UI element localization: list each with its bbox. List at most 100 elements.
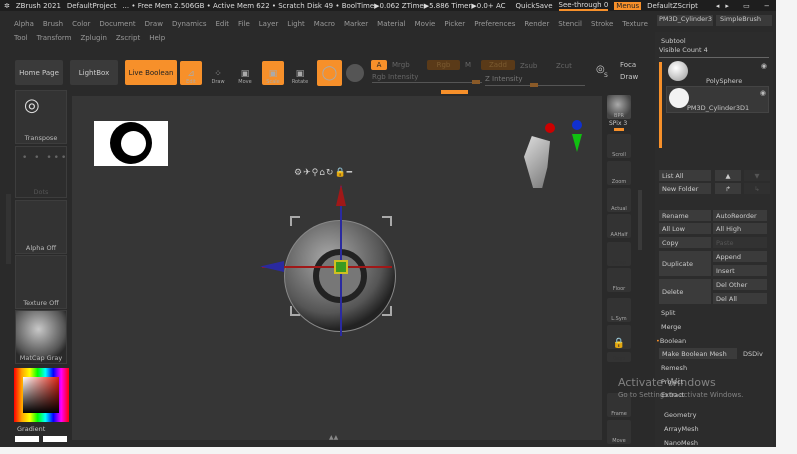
- insert-button[interactable]: Insert: [713, 265, 767, 276]
- secondary-color-swatch[interactable]: [43, 436, 67, 442]
- axis-z-dot[interactable]: [572, 120, 582, 130]
- home-page-button[interactable]: Home Page: [15, 60, 63, 85]
- m-button[interactable]: M: [465, 61, 471, 69]
- menu-item-stroke[interactable]: Stroke: [591, 20, 613, 28]
- folder-arrow-button[interactable]: ↱: [715, 183, 741, 194]
- paste-button[interactable]: Paste: [713, 237, 767, 248]
- lsym-button[interactable]: L.Sym: [607, 298, 631, 322]
- menu-item-draw[interactable]: Draw: [145, 20, 163, 28]
- subtool-header[interactable]: Subtool: [661, 37, 686, 45]
- right-shelf-scrollbar[interactable]: [638, 190, 642, 250]
- eye-icon[interactable]: ◉: [760, 89, 766, 97]
- live-boolean-button[interactable]: Live Boolean: [125, 60, 177, 85]
- window-controls[interactable]: ◂▸ ▭ − ▫ ✕: [716, 2, 776, 10]
- menu-item-marker[interactable]: Marker: [344, 20, 368, 28]
- gizmo-options-icons[interactable]: ⚙✈⚲⌂↻🔒━: [294, 168, 353, 178]
- menu-item-layer[interactable]: Layer: [259, 20, 279, 28]
- menu-item-preferences[interactable]: Preferences: [474, 20, 515, 28]
- color-picker[interactable]: [14, 368, 69, 422]
- nanomesh-section[interactable]: NanoMesh: [664, 439, 698, 445]
- main-color-swatch[interactable]: [15, 436, 39, 442]
- floor-button[interactable]: Floor: [607, 268, 631, 292]
- menu-item-alpha[interactable]: Alpha: [14, 20, 34, 28]
- zadd-button[interactable]: Zadd: [481, 60, 515, 70]
- subtool-list-scrollbar[interactable]: [659, 62, 662, 148]
- viewport-canvas[interactable]: ⚙✈⚲⌂↻🔒━ ▲▲: [72, 96, 602, 441]
- rgb-intensity-slider[interactable]: Rgb Intensity: [372, 73, 418, 81]
- subtool-item-polysphere[interactable]: PolySphere ◉: [666, 60, 769, 86]
- menu-item-picker[interactable]: Picker: [444, 20, 465, 28]
- all-high-button[interactable]: All High: [713, 223, 767, 234]
- move-up-button[interactable]: ▲: [715, 170, 741, 181]
- menu-item-brush[interactable]: Brush: [43, 20, 63, 28]
- menu-item-render[interactable]: Render: [524, 20, 549, 28]
- dsdiv-toggle[interactable]: DSDiv: [743, 350, 763, 358]
- zoom-button[interactable]: Zoom: [607, 161, 631, 185]
- move-view-button[interactable]: Move: [607, 420, 631, 444]
- menu-item-light[interactable]: Light: [287, 20, 304, 28]
- rgb-intensity-handle[interactable]: [472, 80, 480, 84]
- boolean-section[interactable]: •Boolean: [656, 337, 686, 345]
- menu-item-movie[interactable]: Movie: [415, 20, 436, 28]
- arraymesh-section[interactable]: ArrayMesh: [664, 425, 699, 433]
- persp-button[interactable]: Persp: [607, 242, 631, 266]
- bpr-button[interactable]: BPR: [607, 95, 631, 119]
- spix-slider[interactable]: SPix 3: [609, 120, 627, 127]
- edit-button[interactable]: ⊿ Edit: [180, 61, 202, 85]
- move-button[interactable]: ▣ Move: [234, 61, 256, 85]
- all-low-button[interactable]: All Low: [659, 223, 711, 234]
- alpha-button[interactable]: Alpha Off: [15, 200, 67, 254]
- rename-button[interactable]: Rename: [659, 210, 711, 221]
- copy-button[interactable]: Copy: [659, 237, 711, 248]
- gizmo-center[interactable]: [334, 260, 348, 274]
- bottom-tray-toggle[interactable]: ▲▲: [329, 434, 338, 441]
- remesh-section[interactable]: Remesh: [661, 364, 687, 372]
- axis-x-dot[interactable]: [545, 123, 555, 133]
- merge-section[interactable]: Merge: [661, 323, 681, 331]
- list-all-button[interactable]: List All: [659, 170, 711, 181]
- zsub-button[interactable]: Zsub: [520, 62, 537, 70]
- default-zscript[interactable]: DefaultZScript: [647, 2, 698, 10]
- menu-item-texture[interactable]: Texture: [622, 20, 648, 28]
- del-other-button[interactable]: Del Other: [713, 279, 767, 290]
- folder-down-button[interactable]: ↳: [744, 183, 770, 194]
- material-sphere-button[interactable]: ◯: [317, 60, 342, 86]
- gizmo-x-arrow[interactable]: [260, 261, 284, 272]
- geometry-section[interactable]: Geometry: [664, 411, 696, 419]
- menu-item-macro[interactable]: Macro: [314, 20, 335, 28]
- z-intensity-slider[interactable]: Z Intensity: [485, 75, 523, 83]
- aahalf-button[interactable]: AAHalf: [607, 214, 631, 238]
- xyz-button[interactable]: Qxyz: [607, 352, 631, 362]
- focal-shift-slider[interactable]: Foca: [620, 61, 636, 69]
- menu-item-document[interactable]: Document: [99, 20, 135, 28]
- append-button[interactable]: Append: [713, 251, 767, 262]
- quicksave-button[interactable]: QuickSave: [516, 2, 553, 10]
- left-tray-toggle[interactable]: [6, 194, 11, 264]
- navigation-head-icon[interactable]: [524, 136, 550, 188]
- draw-size-slider[interactable]: Draw: [620, 73, 638, 81]
- spix-handle[interactable]: [614, 128, 624, 131]
- menus-toggle[interactable]: Menus: [614, 1, 642, 10]
- menu-item-dynamics[interactable]: Dynamics: [172, 20, 207, 28]
- rotate-button[interactable]: ▣ Rotate: [289, 61, 311, 85]
- mrgb-button[interactable]: Mrgb: [392, 61, 410, 69]
- scale-button[interactable]: ▣ Scale: [262, 61, 284, 85]
- menu-item-tool[interactable]: Tool: [14, 34, 28, 42]
- duplicate-button[interactable]: Duplicate: [659, 251, 711, 276]
- transp-lock-button[interactable]: 🔒: [607, 325, 631, 349]
- move-down-button[interactable]: ▼: [744, 170, 770, 181]
- menu-item-edit[interactable]: Edit: [215, 20, 229, 28]
- scroll-button[interactable]: Scroll: [607, 134, 631, 158]
- menu-item-stencil[interactable]: Stencil: [558, 20, 582, 28]
- texture-button[interactable]: Texture Off: [15, 255, 67, 309]
- transpose-button[interactable]: ◎ Transpose: [15, 90, 67, 144]
- del-all-button[interactable]: Del All: [713, 293, 767, 304]
- menu-item-transform[interactable]: Transform: [37, 34, 72, 42]
- eye-icon[interactable]: ◉: [761, 62, 767, 70]
- menu-item-zscript[interactable]: Zscript: [116, 34, 140, 42]
- menu-item-file[interactable]: File: [238, 20, 250, 28]
- alpha-a-button[interactable]: A: [371, 60, 387, 70]
- current-tool[interactable]: PM3D_Cylinder3: [657, 15, 713, 26]
- make-boolean-mesh-button[interactable]: Make Boolean Mesh: [659, 348, 737, 359]
- rgb-intensity-track[interactable]: [372, 82, 482, 83]
